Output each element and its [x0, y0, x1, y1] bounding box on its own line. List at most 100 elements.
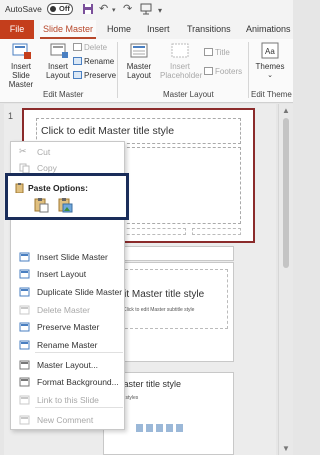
insert-placeholder-button[interactable]: Insert Placeholder	[160, 42, 202, 80]
menu-item-link-to-this-slide[interactable]: Link to this Slide	[11, 393, 124, 407]
edit-master-group-label: Edit Master	[43, 90, 84, 99]
scroll-thumb[interactable]	[283, 118, 289, 268]
link-icon	[19, 395, 30, 405]
layout-title-text: Master title style	[116, 379, 182, 389]
menu-item-cut[interactable]: ✂ Cut	[11, 145, 124, 159]
master-layout-icon	[19, 360, 30, 370]
paste-options-highlight: Paste Options:	[5, 173, 129, 220]
title-bar: AutoSave Off ↶ ▾ ↷ ▾	[0, 0, 293, 20]
insert-slide-master-icon	[12, 43, 31, 59]
menu-item-label: Insert Slide Master	[37, 252, 108, 262]
menu-item-label: Insert Layout	[37, 269, 87, 279]
menu-item-label: Duplicate Slide Master	[37, 287, 123, 297]
save-icon[interactable]	[82, 3, 94, 15]
scroll-up-icon[interactable]: ▲	[282, 106, 290, 115]
scroll-down-icon[interactable]: ▼	[282, 444, 290, 453]
paste-options-title: Paste Options:	[28, 183, 88, 193]
insert-layout-icon	[50, 43, 68, 58]
undo-dropdown-icon[interactable]: ▾	[112, 5, 116, 17]
preserve-icon	[19, 322, 30, 332]
preserve-button[interactable]: Preserve	[73, 70, 116, 81]
menu-item-label: Preserve Master	[37, 322, 100, 332]
autosave-toggle[interactable]: Off	[47, 3, 73, 15]
master-layout-group-label: Master Layout	[163, 90, 214, 99]
insert-layout-button[interactable]: Insert Layout	[44, 42, 72, 80]
autosave-label: AutoSave	[5, 4, 42, 14]
format-background-icon	[19, 377, 30, 387]
layout-subtitle-text: Click to edit Master subtitle style	[123, 307, 195, 313]
tab-animations[interactable]: Animations	[244, 20, 293, 39]
group-divider	[117, 42, 118, 98]
undo-icon[interactable]: ↶	[99, 3, 108, 15]
menu-item-label: Rename Master	[37, 340, 98, 350]
menu-item-delete-master[interactable]: Delete Master	[11, 303, 124, 317]
menu-item-label: Cut	[37, 147, 51, 157]
copy-icon	[19, 163, 30, 173]
menu-item-master-layout[interactable]: Master Layout...	[11, 358, 124, 372]
menu-item-rename-master[interactable]: Rename Master	[11, 338, 124, 352]
preserve-icon	[73, 71, 82, 79]
tab-home[interactable]: Home	[105, 20, 133, 39]
footers-checkbox-label: Footers	[215, 67, 243, 76]
svg-text:Aa: Aa	[265, 47, 275, 56]
paste-icon	[15, 183, 24, 193]
rename-icon	[19, 340, 30, 350]
menu-item-label: New Comment	[37, 415, 94, 425]
rename-label: Rename	[84, 57, 115, 66]
insert-slide-master-icon	[19, 252, 30, 262]
tab-file[interactable]: File	[0, 20, 34, 39]
title-checkbox-icon	[204, 48, 213, 56]
more-icon[interactable]: ▾	[158, 5, 162, 17]
edit-theme-group-label: Edit Theme	[251, 90, 292, 99]
footers-checkbox-icon	[204, 67, 213, 75]
tab-insert[interactable]: Insert	[145, 20, 172, 39]
slide-number-placeholder	[192, 228, 241, 235]
slide-number: 1	[8, 111, 14, 121]
menu-item-insert-layout[interactable]: Insert Layout	[11, 267, 124, 281]
themes-button[interactable]: Aa Themes ⌄	[251, 42, 289, 80]
cut-icon: ✂	[19, 146, 27, 156]
menu-separator	[35, 352, 123, 353]
delete-button[interactable]: Delete	[73, 42, 107, 53]
delete-icon	[19, 305, 30, 315]
delete-icon	[73, 43, 82, 51]
insert-slide-master-button[interactable]: Insert Slide Master	[3, 42, 39, 89]
insert-layout-label: Insert Layout	[45, 62, 71, 80]
menu-item-label: Master Layout...	[37, 360, 98, 370]
insert-layout-icon	[19, 269, 30, 279]
delete-label: Delete	[84, 43, 108, 52]
menu-item-label: Delete Master	[37, 305, 90, 315]
menu-item-label: Format Background...	[37, 377, 119, 387]
ribbon: Insert Slide Master Insert Layout Delete…	[0, 39, 293, 103]
menu-item-label: Copy	[37, 163, 57, 173]
redo-icon[interactable]: ↷	[123, 3, 132, 15]
menu-item-insert-slide-master[interactable]: Insert Slide Master	[11, 250, 124, 264]
thumbnail-scrollbar[interactable]: ▲ ▼	[278, 104, 293, 455]
menu-item-duplicate-slide-master[interactable]: Duplicate Slide Master	[11, 285, 124, 299]
menu-item-new-comment[interactable]: New Comment	[11, 413, 124, 427]
chevron-down-icon: ⌄	[267, 72, 273, 79]
rename-icon	[73, 57, 82, 65]
toggle-knob	[50, 6, 56, 12]
menu-item-label: Link to this Slide	[37, 395, 99, 405]
duplicate-icon	[19, 287, 30, 297]
master-layout-label: Master Layout	[126, 62, 152, 80]
preserve-label: Preserve	[84, 71, 117, 80]
title-checkbox[interactable]: Title	[204, 47, 230, 58]
paste-use-destination-theme-icon[interactable]	[33, 197, 49, 213]
menu-separator	[35, 407, 123, 408]
rename-button[interactable]: Rename	[73, 56, 114, 67]
slideshow-icon[interactable]	[140, 3, 152, 15]
menu-item-format-background[interactable]: Format Background...	[11, 375, 124, 389]
toggle-state: Off	[59, 4, 70, 13]
footers-checkbox[interactable]: Footers	[204, 66, 242, 77]
menu-item-preserve-master[interactable]: Preserve Master	[11, 320, 124, 334]
master-layout-button[interactable]: Master Layout	[122, 42, 156, 80]
themes-icon: Aa	[261, 42, 279, 59]
tab-transitions[interactable]: Transitions	[185, 20, 233, 39]
title-checkbox-label: Title	[215, 48, 230, 57]
paste-as-picture-icon[interactable]	[57, 197, 73, 213]
master-layout-icon	[130, 43, 148, 58]
tab-slide-master[interactable]: Slide Master	[40, 20, 96, 39]
insert-placeholder-icon	[171, 43, 189, 58]
